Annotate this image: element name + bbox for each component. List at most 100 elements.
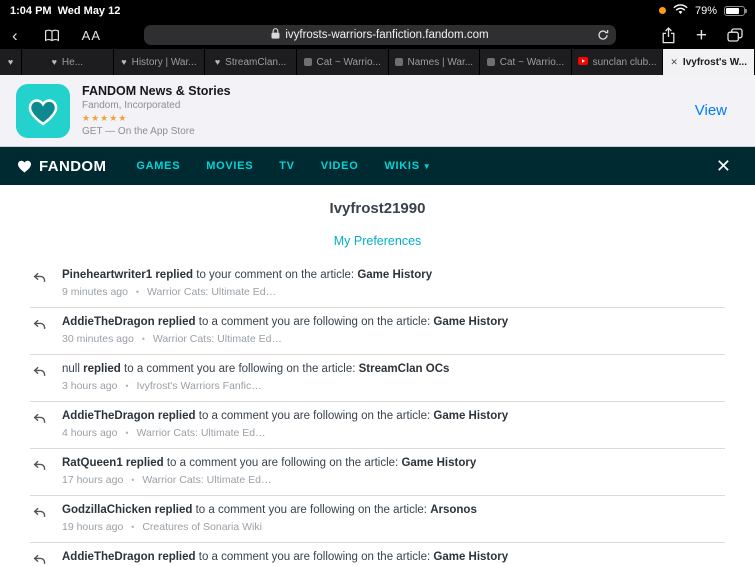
browser-tab[interactable]: ♥ History | War... — [113, 49, 206, 75]
ipad-safari-screen: 1:04 PM Wed May 12 79% ‹ AA ivyfrosts-wa… — [0, 0, 755, 566]
reply-icon — [32, 552, 47, 566]
battery-icon — [724, 5, 747, 16]
notification-article: Game History — [433, 551, 509, 563]
notification-time: 19 hours ago — [62, 521, 124, 533]
browser-tab[interactable]: Names | War... — [388, 49, 481, 75]
notification-time: 9 minutes ago — [62, 286, 128, 298]
tab-title: He... — [61, 56, 84, 68]
notifications-page: Ivyfrost21990 My Preferences Pineheartwr… — [0, 185, 755, 566]
site-favicon-icon — [394, 58, 403, 66]
notification-row[interactable]: Pineheartwriter1 replied to your comment… — [30, 261, 725, 308]
reply-icon — [32, 364, 47, 384]
fandom-favicon-icon: ♥ — [51, 56, 57, 67]
reply-icon — [32, 270, 47, 290]
page-title: Ivyfrost21990 — [329, 200, 426, 217]
notification-wiki: Warrior Cats: Ultimate Ed… — [152, 333, 282, 345]
close-nav-icon[interactable]: ✕ — [716, 156, 739, 177]
address-bar[interactable]: ivyfrosts-warriors-fanfiction.fandom.com — [143, 25, 616, 45]
notification-time: 30 minutes ago — [62, 333, 134, 345]
tab-title: sunclan club... — [592, 56, 657, 68]
view-app-button[interactable]: View — [695, 102, 739, 119]
reader-text-size-button[interactable]: AA — [82, 28, 101, 43]
notification-user: Pineheartwriter1 — [62, 269, 153, 281]
notification-wiki: Warrior Cats: Ultimate Ed… — [146, 286, 277, 298]
browser-tab[interactable]: ♥ — [0, 49, 22, 75]
fandom-favicon-icon: ♥ — [121, 56, 127, 67]
app-name: FANDOM News & Stories — [82, 84, 231, 98]
battery-percent: 79% — [694, 4, 717, 17]
nav-item-movies[interactable]: MOVIES — [206, 160, 253, 172]
tab-title: StreamClan... — [225, 56, 287, 68]
back-button-icon[interactable]: ‹ — [12, 27, 18, 44]
reply-icon — [32, 458, 47, 478]
fandom-app-icon — [16, 83, 70, 138]
fandom-heart-icon — [17, 160, 32, 173]
app-rating-stars: ★★★★★ — [82, 113, 128, 123]
notification-list: Pineheartwriter1 replied to your comment… — [0, 261, 755, 566]
notification-row[interactable]: GodzillaChicken replied to a comment you… — [30, 496, 725, 543]
fandom-wordmark: FANDOM — [39, 157, 107, 175]
close-tab-icon[interactable]: ✕ — [670, 57, 678, 68]
notification-article: Game History — [357, 269, 433, 281]
fandom-favicon-icon: ♥ — [214, 56, 221, 67]
nav-item-video[interactable]: VIDEO — [321, 160, 359, 172]
nav-item-games[interactable]: GAMES — [136, 160, 180, 172]
tab-title: Cat ~ Warrio... — [316, 56, 381, 68]
notification-article: Game History — [401, 457, 477, 469]
notification-row[interactable]: AddieTheDragon replied to a comment you … — [30, 402, 725, 449]
notification-time: 4 hours ago — [62, 427, 118, 439]
notification-user: AddieTheDragon — [62, 316, 155, 328]
browser-tab[interactable]: ♥ He... — [22, 49, 114, 75]
tab-overview-icon[interactable] — [727, 28, 743, 42]
share-icon[interactable] — [661, 26, 676, 44]
notification-row[interactable]: AddieTheDragon replied to a comment you … — [30, 543, 725, 566]
notification-wiki: Creatures of Sonaria Wiki — [142, 521, 262, 533]
new-tab-button[interactable]: + — [696, 26, 707, 45]
notification-row[interactable]: RatQueen1 replied to a comment you are f… — [30, 449, 725, 496]
app-developer: Fandom, Incorporated — [82, 100, 181, 111]
wifi-icon — [673, 3, 688, 18]
notification-wiki: Ivyfrost's Warriors Fanfic… — [136, 380, 262, 392]
status-bar: 1:04 PM Wed May 12 79% — [0, 0, 755, 21]
reload-icon[interactable] — [597, 29, 609, 44]
notification-wiki: Warrior Cats: Ultimate Ed… — [136, 427, 266, 439]
tab-title: Names | War... — [407, 56, 474, 68]
browser-tab[interactable]: Cat ~ Warrio... — [480, 49, 572, 75]
browser-tab[interactable]: Cat ~ Warrio... — [296, 49, 389, 75]
tab-title: Ivyfrost's W... — [682, 56, 747, 68]
notification-user: GodzillaChicken — [62, 504, 152, 516]
microphone-indicator-icon — [658, 7, 666, 14]
reply-icon — [32, 411, 47, 431]
notification-time: 3 hours ago — [62, 380, 118, 392]
app-store-tagline: GET — On the App Store — [82, 126, 195, 137]
site-favicon-icon — [486, 58, 495, 66]
tab-title: Cat ~ Warrio... — [499, 56, 565, 68]
fandom-logo[interactable]: FANDOM — [16, 158, 106, 175]
notification-row[interactable]: null replied to a comment you are follow… — [30, 355, 725, 402]
notification-wiki: Warrior Cats: Ultimate Ed… — [142, 474, 272, 486]
padlock-icon — [271, 28, 280, 42]
browser-tab-active[interactable]: ✕ Ivyfrost's W... — [663, 49, 755, 75]
notification-user: AddieTheDragon — [62, 551, 155, 563]
my-preferences-link[interactable]: My Preferences — [0, 234, 755, 248]
tab-bar: ♥ ♥ He... ♥ History | War... ♥ StreamCla… — [0, 49, 755, 75]
bookmarks-icon[interactable] — [44, 29, 60, 42]
nav-item-tv[interactable]: TV — [279, 160, 294, 172]
site-favicon-icon — [303, 58, 312, 66]
clock-date: Wed May 12 — [57, 4, 121, 17]
notification-user: AddieTheDragon — [62, 410, 155, 422]
notification-row[interactable]: AddieTheDragon replied to a comment you … — [30, 308, 725, 355]
notification-article: StreamClan OCs — [358, 363, 450, 375]
fandom-favicon-icon: ♥ — [7, 56, 14, 67]
smart-app-banner: FANDOM News & Stories Fandom, Incorporat… — [0, 75, 755, 147]
notification-article: Game History — [433, 316, 509, 328]
youtube-favicon-icon — [577, 56, 588, 68]
chevron-down-icon: ▼ — [422, 162, 432, 171]
reply-icon — [32, 317, 47, 337]
notification-article: Game History — [433, 410, 509, 422]
reply-icon — [32, 505, 47, 525]
notification-user: null — [62, 363, 80, 375]
browser-tab[interactable]: ♥ StreamClan... — [205, 49, 297, 75]
nav-item-wikis[interactable]: WIKIS ▼ — [384, 160, 431, 172]
browser-tab[interactable]: sunclan club... — [571, 49, 664, 75]
